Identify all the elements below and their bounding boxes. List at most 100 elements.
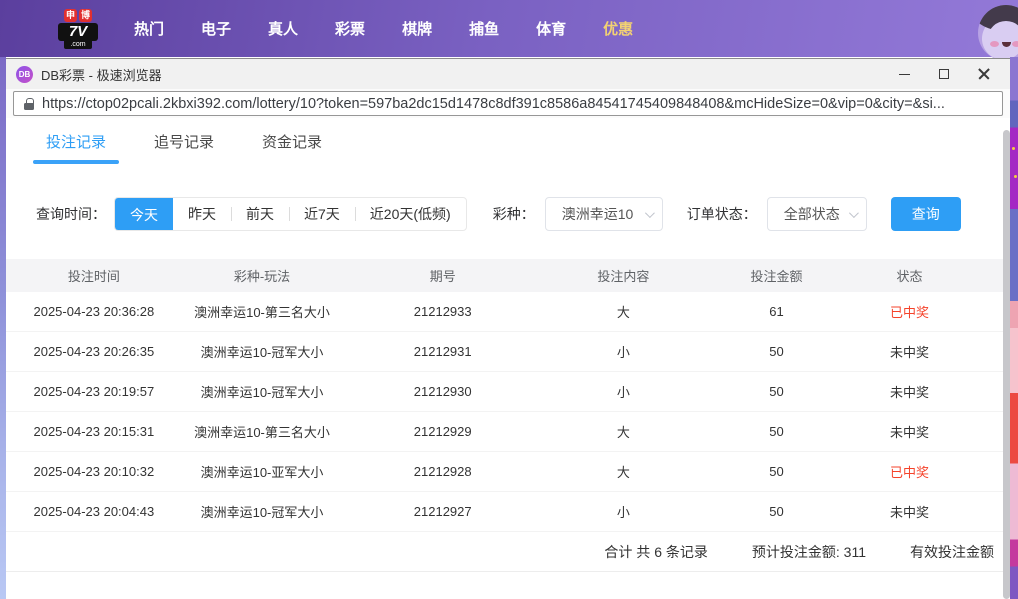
valid-amount: 有效投注金额: [910, 543, 994, 560]
tab-label: 资金记录: [262, 134, 323, 151]
bet-content: 大: [616, 305, 630, 320]
maximize-button[interactable]: [924, 59, 964, 89]
bet-amount: 50: [769, 384, 784, 399]
avatar-blush-right: [1012, 41, 1018, 47]
scrollbar-thumb[interactable]: [1002, 130, 1010, 599]
nav-item[interactable]: 捕鱼: [469, 18, 499, 39]
search-button[interactable]: 查询: [890, 197, 961, 231]
avatar-face: [988, 21, 1018, 55]
lottery-play: 澳洲幸运10-亚军大小: [200, 465, 324, 480]
bet-time: 2025-04-23 20:15:31: [33, 424, 155, 439]
bet-content: 小: [616, 345, 630, 360]
column-header: 投注时间: [67, 269, 120, 284]
chevron-down-icon: [644, 208, 655, 219]
nav-item[interactable]: 真人: [268, 18, 298, 39]
bet-amount: 50: [769, 424, 784, 439]
site-top-nav: 申 博 7V .com 热门 电子 真人 彩票 棋牌 捕鱼 体育 优惠: [0, 0, 1018, 61]
status-badge: 未中奖: [890, 345, 930, 360]
lottery-play: 澳洲幸运10-第三名大小: [194, 425, 330, 440]
time-range-option[interactable]: 近20天(低频): [354, 198, 466, 230]
address-bar[interactable]: https://ctop02pcali.2kbxi392.com/lottery…: [13, 91, 1003, 116]
column-header: 彩种-玩法: [233, 269, 291, 284]
nav-item[interactable]: 彩票: [335, 18, 365, 39]
lottery-select-value: 澳洲幸运10: [561, 206, 634, 222]
minimize-button[interactable]: [884, 59, 924, 89]
period-number: 21212929: [413, 424, 472, 439]
lottery-filter-label: 彩种：: [492, 206, 535, 222]
logo-badge-1: 申: [64, 8, 77, 22]
table-row[interactable]: 2025-04-23 20:04:43 澳洲幸运10-冠军大小 21212927…: [6, 492, 1010, 532]
close-button[interactable]: [964, 59, 1004, 89]
decoration-dot: [1012, 147, 1015, 150]
table-header: 投注时间 彩种-玩法 期号 投注内容 投注金额 状态: [6, 259, 1010, 292]
time-filter-label: 查询时间：: [36, 206, 106, 222]
status-badge: 已中奖: [890, 465, 930, 480]
order-status-select[interactable]: 全部状态: [766, 197, 867, 231]
status-badge: 未中奖: [890, 425, 930, 440]
avatar-blush-left: [990, 41, 999, 47]
lottery-select[interactable]: 澳洲幸运10: [544, 197, 663, 231]
browser-window: DB DB彩票 - 极速浏览器 https://ctop02pcali.2kbx…: [6, 58, 1010, 599]
nav-item[interactable]: 电子: [201, 18, 231, 39]
bet-content: 大: [616, 425, 630, 440]
bet-time: 2025-04-23 20:19:57: [33, 384, 155, 399]
bet-amount: 50: [769, 464, 784, 479]
active-tab-underline: [33, 160, 120, 164]
total-records: 合计 共 6 条记录: [604, 543, 708, 560]
column-header: 期号: [429, 269, 456, 284]
record-tab[interactable]: 投注记录: [33, 118, 120, 165]
window-title: DB彩票 - 极速浏览器: [41, 67, 162, 83]
user-avatar[interactable]: [978, 5, 1018, 61]
nav-item[interactable]: 棋牌: [402, 18, 432, 39]
bet-time: 2025-04-23 20:26:35: [33, 344, 155, 359]
bet-content: 小: [616, 385, 630, 400]
table-row[interactable]: 2025-04-23 20:10:32 澳洲幸运10-亚军大小 21212928…: [6, 452, 1010, 492]
window-controls: [884, 59, 1004, 89]
status-badge: 未中奖: [890, 505, 930, 520]
period-number: 21212933: [413, 304, 472, 319]
period-number: 21212928: [413, 464, 472, 479]
table-row[interactable]: 2025-04-23 20:19:57 澳洲幸运10-冠军大小 21212930…: [6, 372, 1010, 412]
time-range-option[interactable]: 今天: [115, 198, 173, 230]
time-range-option[interactable]: 近7天: [289, 198, 355, 230]
window-titlebar[interactable]: DB DB彩票 - 极速浏览器: [6, 59, 1010, 89]
column-header: 投注内容: [597, 269, 650, 284]
bet-records-table: 投注时间 彩种-玩法 期号 投注内容 投注金额 状态 2025-04-23 20…: [6, 259, 1010, 532]
status-filter-label: 订单状态：: [686, 206, 757, 222]
table-row[interactable]: 2025-04-23 20:26:35 澳洲幸运10-冠军大小 21212931…: [6, 332, 1010, 372]
time-range-option[interactable]: 昨天: [173, 198, 231, 230]
nav-item[interactable]: 优惠: [603, 18, 633, 39]
browser-tab-icon: DB: [16, 65, 33, 83]
url-text: https://ctop02pcali.2kbxi392.com/lottery…: [42, 95, 945, 112]
period-number: 21212927: [413, 504, 472, 519]
expected-amount: 预计投注金额: 311: [751, 543, 866, 560]
tab-label: 追号记录: [154, 134, 215, 151]
bet-content: 大: [616, 465, 630, 480]
page-scrollbar[interactable]: [1002, 130, 1010, 599]
table-row[interactable]: 2025-04-23 20:15:31 澳洲幸运10-第三名大小 2121292…: [6, 412, 1010, 452]
record-tab[interactable]: 追号记录: [154, 118, 214, 165]
site-logo[interactable]: 申 博 7V .com: [52, 8, 104, 49]
table-row[interactable]: 2025-04-23 20:36:28 澳洲幸运10-第三名大小 2121293…: [6, 292, 1010, 332]
lottery-play: 澳洲幸运10-冠军大小: [200, 505, 324, 520]
order-status-value: 全部状态: [783, 206, 840, 222]
lock-icon: [24, 97, 34, 110]
time-range-segment: 今天 昨天 前天 近7天 近20天(低频): [114, 197, 467, 231]
bet-time: 2025-04-23 20:10:32: [33, 464, 155, 479]
page-content: 投注记录 追号记录 资金记录 查询时间： 今天 昨天 前天 近7天 近20天(低…: [6, 118, 1010, 599]
logo-brand: 7V: [58, 22, 98, 41]
period-number: 21212931: [413, 344, 472, 359]
logo-badge-2: 博: [79, 8, 92, 22]
record-tab[interactable]: 资金记录: [262, 118, 322, 165]
lottery-play: 澳洲幸运10-第三名大小: [194, 305, 330, 320]
summary-bar: 合计 共 6 条记录 预计投注金额: 311 有效投注金额: [6, 532, 1010, 572]
status-badge: 已中奖: [890, 305, 930, 320]
table-body: 2025-04-23 20:36:28 澳洲幸运10-第三名大小 2121293…: [6, 292, 1010, 532]
status-badge: 未中奖: [890, 385, 930, 400]
bet-content: 小: [616, 505, 630, 520]
nav-item[interactable]: 热门: [134, 18, 164, 39]
bet-time: 2025-04-23 20:36:28: [33, 304, 155, 319]
logo-suffix: .com: [64, 40, 92, 49]
time-range-option[interactable]: 前天: [231, 198, 289, 230]
nav-item[interactable]: 体育: [536, 18, 566, 39]
